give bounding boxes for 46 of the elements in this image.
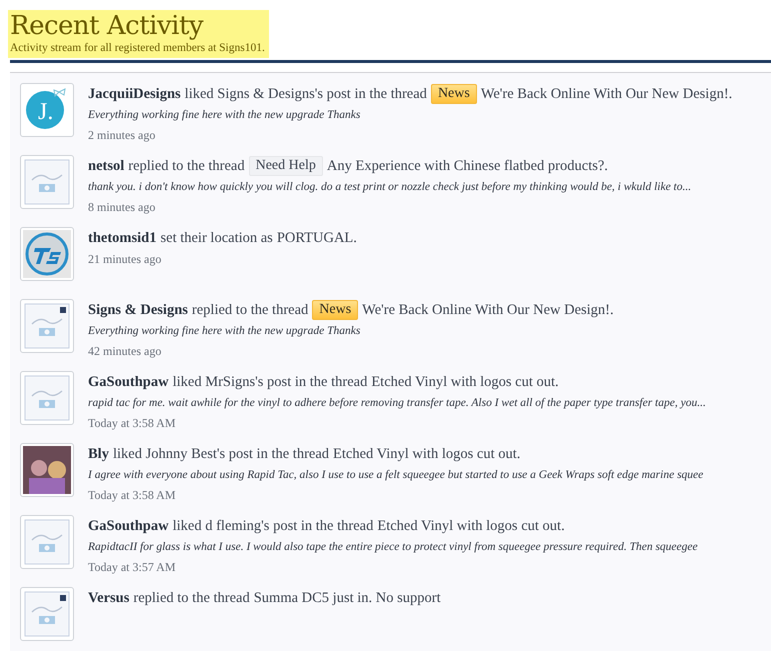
username-link[interactable]: Signs & Designs [88,299,188,321]
photo-placeholder[interactable] [20,443,74,497]
action-text: liked MrSigns's post in the thread [172,373,368,392]
timestamp: 8 minutes ago [88,199,156,216]
thread-link[interactable]: Summa DC5 just in. No support [254,587,441,609]
username-link[interactable]: GaSouthpaw [88,371,169,393]
page-subtitle: Activity stream for all registered members at Signs101. [10,42,265,54]
thread-prefix-label[interactable]: News [312,300,358,320]
action-text: replied to the thread [128,157,245,176]
username-link[interactable]: Versus [88,587,130,609]
username-link[interactable]: netsol [88,155,124,177]
thread-link[interactable]: Etched Vinyl with logos cut out. [371,371,559,393]
post-snippet: rapid tac for me. wait awhile for the vinyl to adhere before removing transfer tape. Also I wet all of the paper type transfer tape, you... [88,396,706,411]
thread-prefix-label[interactable]: Need Help [248,156,323,176]
user-avatar[interactable] [20,227,74,281]
thread-link[interactable]: Any Experience with Chinese flatbed products?. [326,155,608,177]
post-snippet: Everything working fine here with the new upgrade Thanks [88,108,362,123]
thread-link[interactable]: Etched Vinyl with logos cut out. [377,515,565,537]
action-text: liked Signs & Designs's post in the thread [184,85,427,104]
action-text: liked Johnny Best's post in the thread [112,445,330,464]
page-title: Recent Activity [10,12,204,40]
timestamp: Today at 3:58 AM [88,487,176,504]
action-text: replied to the thread [192,301,308,320]
username-link[interactable]: thetomsid1 [88,227,156,249]
timestamp: Today at 3:57 AM [88,559,176,576]
thread-link[interactable]: We're Back Online With Our New Design!. [362,299,614,321]
post-snippet: thank you. i don't know how quickly you will clog. do a test print or nozzle check just before my thinking would be, i wkuld like to... [88,180,692,195]
post-snippet: Everything working fine here with the new upgrade Thanks [88,324,362,339]
post-snippet: I agree with everyone about using Rapid Tac, also I use to use a felt squeegee but started to use a Geek Wraps soft edge marine squee [88,468,704,483]
user-avatar[interactable] [20,299,74,353]
post-snippet: RapidtacII for glass is what I use. I would also tape the entire piece to protect vinyl from squeegee pressure required. Then squeegee [88,540,698,555]
action-text: replied to the thread [133,589,250,608]
user-avatar[interactable] [20,587,74,641]
timestamp: 21 minutes ago [88,251,162,268]
action-text: set their location as [160,229,273,248]
username-link[interactable]: JacquiiDesigns [88,83,181,105]
timestamp: 2 minutes ago [88,127,156,144]
timestamp: 42 minutes ago [88,343,162,360]
thread-link[interactable]: Etched Vinyl with logos cut out. [333,443,520,465]
username-link[interactable]: GaSouthpaw [88,515,169,537]
username-link[interactable]: Bly [88,443,109,465]
thread-link[interactable]: PORTUGAL. [276,227,357,249]
action-text: liked d fleming's post in the thread [172,517,374,536]
thread-prefix-label[interactable]: News [430,84,477,104]
thread-link[interactable]: We're Back Online With Our New Design!. [480,83,732,105]
timestamp: Today at 3:58 AM [88,415,176,432]
